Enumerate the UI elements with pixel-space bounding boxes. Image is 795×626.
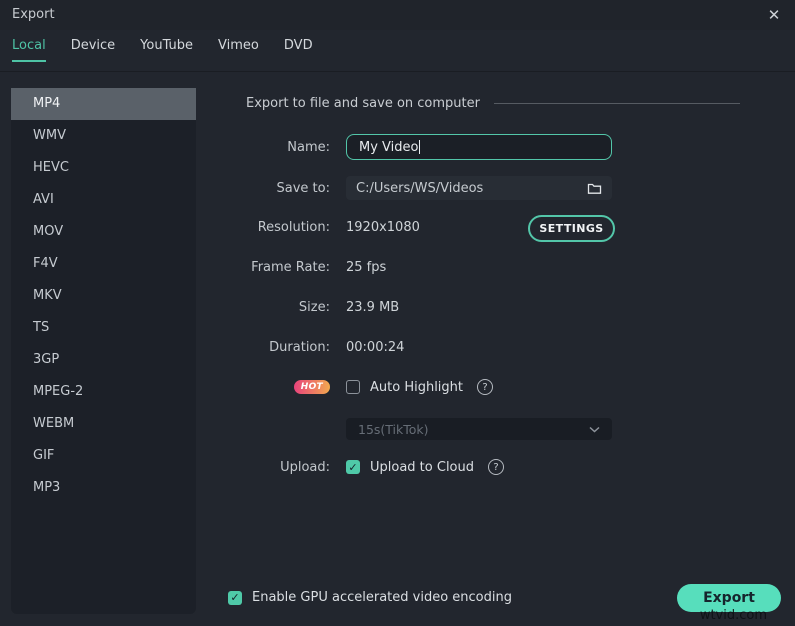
format-item-mpeg2[interactable]: MPEG-2 [11,376,196,408]
name-label: Name: [230,140,330,155]
size-value: 23.9 MB [346,300,399,315]
browse-folder-button[interactable] [587,182,602,195]
upload-help-icon[interactable]: ? [488,459,504,475]
name-input[interactable]: My Video [346,134,612,160]
gpu-encoding-row: ✓ Enable GPU accelerated video encoding [228,590,512,605]
text-caret [419,140,420,154]
upload-label: Upload: [230,460,330,475]
tab-dvd[interactable]: DVD [284,38,313,62]
format-sidebar: MP4 WMV HEVC AVI MOV F4V MKV TS 3GP MPEG… [11,88,196,614]
format-item-gif[interactable]: GIF [11,440,196,472]
name-value: My Video [359,140,418,155]
save-path-value: C:/Users/WS/Videos [356,181,483,196]
close-icon[interactable]: ✕ [764,5,784,25]
hot-badge: HOT [294,380,330,394]
format-item-mkv[interactable]: MKV [11,280,196,312]
save-to-label: Save to: [230,181,330,196]
format-item-wmv[interactable]: WMV [11,120,196,152]
size-row: Size: 23.9 MB [230,293,399,321]
duration-row: Duration: 00:00:24 [230,333,404,361]
folder-icon [587,182,602,195]
auto-highlight-row: HOT Auto Highlight ? [230,373,493,401]
size-label: Size: [230,300,330,315]
format-item-f4v[interactable]: F4V [11,248,196,280]
resolution-value: 1920x1080 [346,220,420,235]
preset-dropdown[interactable]: 15s(TikTok) [346,418,612,440]
check-icon: ✓ [348,461,357,474]
tab-youtube[interactable]: YouTube [140,38,193,62]
check-icon: ✓ [230,591,239,604]
duration-value: 00:00:24 [346,340,404,355]
preset-value: 15s(TikTok) [358,422,429,437]
export-dialog: Export ✕ Local Device YouTube Vimeo DVD … [0,0,795,626]
tab-device[interactable]: Device [71,38,115,62]
gpu-encoding-checkbox[interactable]: ✓ [228,591,242,605]
format-item-3gp[interactable]: 3GP [11,344,196,376]
watermark: wtvid.com [700,608,767,623]
format-item-mov[interactable]: MOV [11,216,196,248]
chevron-down-icon [589,426,600,433]
frame-rate-value: 25 fps [346,260,386,275]
tab-vimeo[interactable]: Vimeo [218,38,259,62]
tab-bar: Local Device YouTube Vimeo DVD [12,38,338,62]
resolution-label: Resolution: [230,220,330,235]
format-item-webm[interactable]: WEBM [11,408,196,440]
upload-cloud-checkbox[interactable]: ✓ [346,460,360,474]
resolution-row: Resolution: 1920x1080 [230,213,420,241]
upload-cloud-label: Upload to Cloud [370,460,474,475]
preset-row: 15s(TikTok) [230,415,612,443]
section-header: Export to file and save on computer [246,96,740,111]
hot-badge-wrap: HOT [230,380,330,394]
tabbar-divider [0,71,795,72]
auto-highlight-checkbox[interactable] [346,380,360,394]
settings-button[interactable]: SETTINGS [528,215,615,242]
format-item-avi[interactable]: AVI [11,184,196,216]
section-title: Export to file and save on computer [246,96,480,111]
tab-local[interactable]: Local [12,38,46,62]
section-divider [494,103,740,104]
format-item-mp3[interactable]: MP3 [11,472,196,504]
save-to-row: Save to: C:/Users/WS/Videos [230,174,612,202]
format-item-ts[interactable]: TS [11,312,196,344]
titlebar: Export ✕ [0,0,795,30]
dialog-title: Export [12,7,55,22]
duration-label: Duration: [230,340,330,355]
gpu-encoding-label: Enable GPU accelerated video encoding [252,590,512,605]
save-path-field[interactable]: C:/Users/WS/Videos [346,176,612,200]
frame-rate-label: Frame Rate: [230,260,330,275]
format-item-mp4[interactable]: MP4 [11,88,196,120]
auto-highlight-label: Auto Highlight [370,380,463,395]
frame-rate-row: Frame Rate: 25 fps [230,253,386,281]
format-item-hevc[interactable]: HEVC [11,152,196,184]
auto-highlight-help-icon[interactable]: ? [477,379,493,395]
name-row: Name: My Video [230,133,612,161]
upload-row: Upload: ✓ Upload to Cloud ? [230,453,504,481]
